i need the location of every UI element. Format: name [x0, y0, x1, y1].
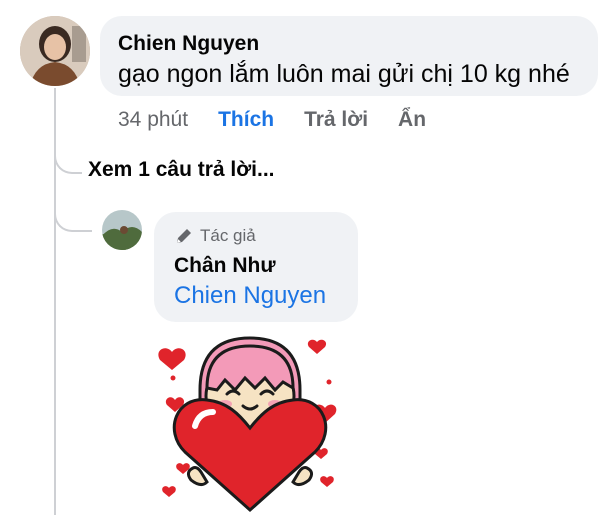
reply-button[interactable]: Trả lời — [304, 108, 368, 132]
sticker-image — [155, 330, 345, 515]
reply-author[interactable]: Chân Như — [174, 254, 276, 278]
commenter-avatar[interactable] — [20, 16, 90, 86]
view-replies-link[interactable]: Xem 1 câu trả lời... — [88, 158, 275, 182]
thread-connector-view-replies — [54, 140, 82, 174]
hide-button[interactable]: Ẩn — [398, 108, 426, 132]
reply-author-avatar[interactable] — [102, 210, 142, 250]
like-button[interactable]: Thích — [218, 108, 274, 132]
thread-connector-reply — [54, 200, 92, 232]
author-badge: Tác giả — [174, 226, 256, 246]
comment-timestamp[interactable]: 34 phút — [118, 108, 188, 132]
pencil-icon — [174, 226, 194, 246]
comment-actions: 34 phút Thích Trả lời Ẩn — [118, 108, 426, 132]
comment-text: gạo ngon lắm luôn mai gửi chị 10 kg nhé — [118, 60, 570, 88]
author-badge-label: Tác giả — [200, 226, 256, 245]
comment-author[interactable]: Chien Nguyen — [118, 32, 259, 56]
mention-link[interactable]: Chien Nguyen — [174, 282, 326, 310]
